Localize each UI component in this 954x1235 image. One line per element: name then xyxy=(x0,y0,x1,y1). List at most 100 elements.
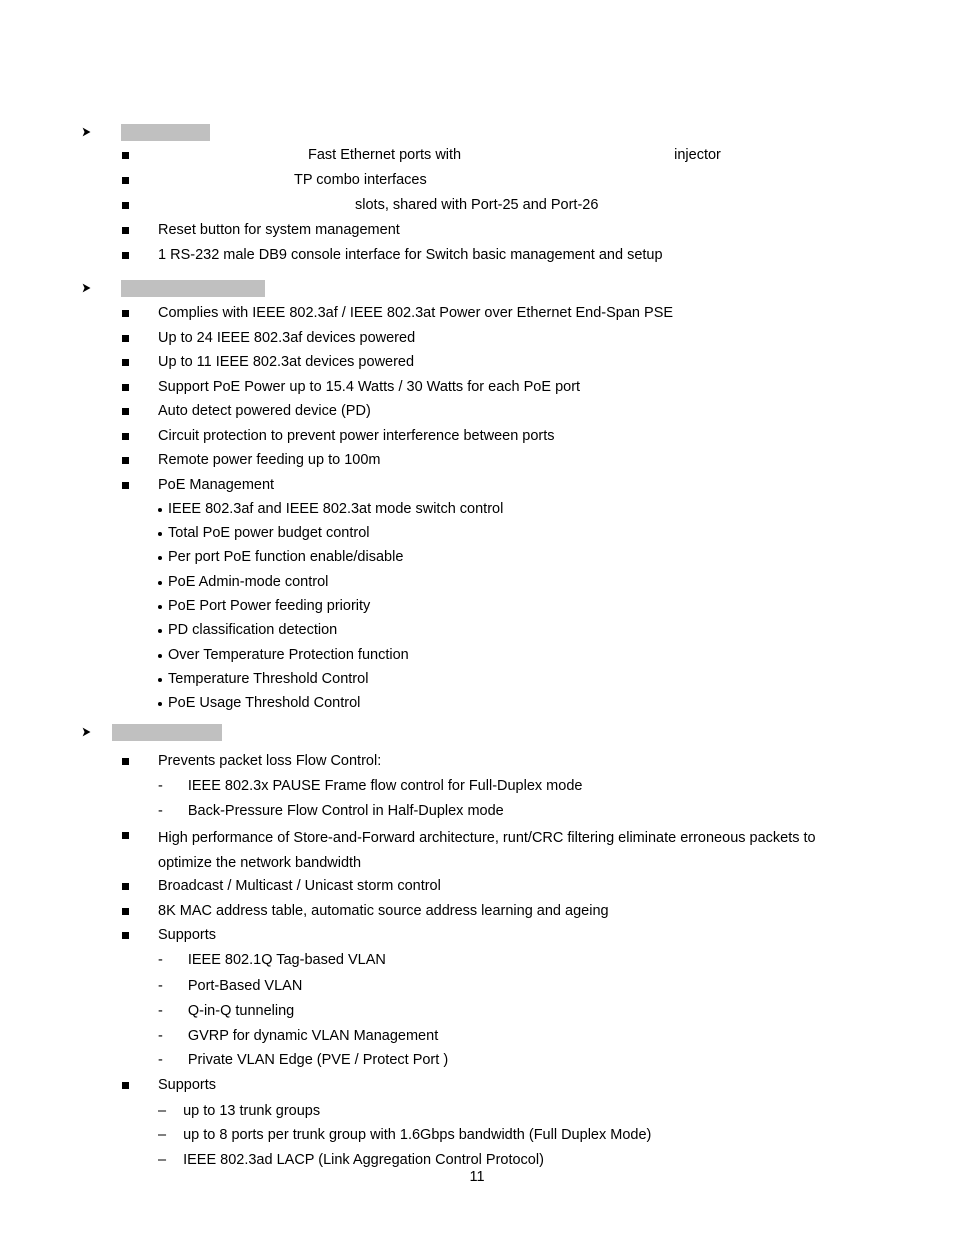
bullet-row: High performance of Store-and-Forward ar… xyxy=(122,826,844,875)
bullet-text: Total PoE power budget control xyxy=(168,524,370,543)
hyphen-bullet-icon: - xyxy=(158,803,163,819)
bullet-row: Per port PoE function enable/disable xyxy=(158,548,403,567)
section-heading-hardware xyxy=(80,121,210,143)
bullet-row: - Q-in-Q tunneling xyxy=(158,1002,294,1021)
section-heading-poe xyxy=(80,277,265,299)
endash-bullet-icon: – xyxy=(158,1127,167,1143)
bullet-row: PoE Usage Threshold Control xyxy=(158,694,360,713)
document-page: Fast Ethernet ports with injector TP combo… xyxy=(0,0,954,1235)
dot-bullet-icon xyxy=(158,702,162,706)
hyphen-bullet-icon: - xyxy=(158,1052,163,1068)
dot-bullet-icon xyxy=(158,678,162,682)
bullet-row: - Port-Based VLAN xyxy=(158,977,302,996)
text-segment: Fast Ethernet ports with xyxy=(308,147,462,163)
redacted-text-gap xyxy=(158,208,355,209)
text-segment: Supports xyxy=(158,1077,217,1093)
bullet-row: PoE Management xyxy=(122,476,274,495)
text-segment: Auto detect powered device (PD) xyxy=(158,403,371,419)
bullet-text: GVRP for dynamic VLAN Management xyxy=(188,1027,438,1046)
bullet-text: Private VLAN Edge (PVE / Protect Port ) xyxy=(188,1051,448,1070)
bullet-row: Temperature Threshold Control xyxy=(158,670,368,689)
square-bullet-icon xyxy=(122,433,129,440)
bullet-text: IEEE 802.1Q Tag-based VLAN xyxy=(188,951,386,970)
hyphen-bullet-icon: - xyxy=(158,1003,163,1019)
text-segment: IEEE 802.3x PAUSE Frame flow control for… xyxy=(187,778,583,794)
text-segment: PoE Usage Threshold Control xyxy=(168,695,361,711)
arrow-bullet-icon xyxy=(82,127,91,137)
bullet-row: Up to 24 IEEE 802.3af devices powered xyxy=(122,329,415,348)
bullet-row: - Private VLAN Edge (PVE / Protect Port ) xyxy=(158,1051,448,1070)
text-segment: Port-Based VLAN xyxy=(187,978,303,994)
square-bullet-icon xyxy=(122,202,129,209)
dot-bullet-icon xyxy=(158,556,162,560)
bullet-row: - IEEE 802.1Q Tag-based VLAN xyxy=(158,951,386,970)
bullet-row: Supports xyxy=(122,926,216,945)
bullet-row: - GVRP for dynamic VLAN Management xyxy=(158,1027,438,1046)
bullet-text: High performance of Store-and-Forward ar… xyxy=(158,826,844,875)
redacted-text-gap xyxy=(158,183,294,184)
text-segment: Q-in-Q tunneling xyxy=(187,1003,295,1019)
redacted-heading-block xyxy=(121,123,210,141)
text-segment: Private VLAN Edge (PVE / Protect Port ) xyxy=(187,1052,449,1068)
square-bullet-icon xyxy=(122,908,129,915)
square-bullet-icon xyxy=(122,152,129,159)
text-segment: Per port PoE function enable/disable xyxy=(168,549,404,565)
bullet-row: PoE Port Power feeding priority xyxy=(158,597,370,616)
bullet-text: PoE Admin-mode control xyxy=(168,573,328,592)
square-bullet-icon xyxy=(122,177,129,184)
bullet-row: slots, shared with Port-25 and Port-26 xyxy=(122,196,598,215)
dot-bullet-icon xyxy=(158,532,162,536)
text-segment: Supports xyxy=(158,927,217,943)
text-segment: PoE Port Power feeding priority xyxy=(168,598,371,614)
text-segment: PoE Admin-mode control xyxy=(168,574,329,590)
text-segment: IEEE 802.3af and IEEE 802.3at mode switc… xyxy=(168,501,504,517)
hyphen-bullet-icon: - xyxy=(158,1028,163,1044)
bullet-text: TP combo interfaces xyxy=(158,171,427,190)
bullet-row: 1 RS-232 male DB9 console interface for … xyxy=(122,246,663,265)
bullet-text: slots, shared with Port-25 and Port-26 xyxy=(158,196,598,215)
text-segment: Total PoE power budget control xyxy=(168,525,370,541)
text-segment: Back-Pressure Flow Control in Half-Duple… xyxy=(187,803,504,819)
square-bullet-icon xyxy=(122,1082,129,1089)
square-bullet-icon xyxy=(122,227,129,234)
hyphen-bullet-icon: - xyxy=(158,978,163,994)
bullet-text: Supports xyxy=(158,926,216,945)
bullet-text: PD classification detection xyxy=(168,621,337,640)
arrow-bullet-icon xyxy=(82,283,91,293)
text-segment: GVRP for dynamic VLAN Management xyxy=(187,1028,439,1044)
text-segment: Prevents packet loss Flow Control: xyxy=(158,753,382,769)
hyphen-bullet-icon: - xyxy=(158,778,163,794)
bullet-text: Complies with IEEE 802.3af / IEEE 802.3a… xyxy=(158,304,673,323)
text-segment: Broadcast / Multicast / Unicast storm co… xyxy=(158,878,441,894)
bullet-text: up to 13 trunk groups xyxy=(183,1102,320,1121)
bullet-row: - IEEE 802.3x PAUSE Frame flow control fo… xyxy=(158,777,582,796)
bullet-text: Q-in-Q tunneling xyxy=(188,1002,294,1021)
text-segment: IEEE 802.1Q Tag-based VLAN xyxy=(187,952,386,968)
text-segment: Remote power feeding up to 100m xyxy=(158,452,381,468)
bullet-row: Remote power feeding up to 100m xyxy=(122,451,380,470)
dot-bullet-icon xyxy=(158,605,162,609)
bullet-text: 1 RS-232 male DB9 console interface for … xyxy=(158,246,663,265)
bullet-text: IEEE 802.3af and IEEE 802.3at mode switc… xyxy=(168,500,503,519)
square-bullet-icon xyxy=(122,883,129,890)
text-segment: Up to 24 IEEE 802.3af devices powered xyxy=(158,330,416,346)
square-bullet-icon xyxy=(122,359,129,366)
redacted-heading-block xyxy=(112,723,222,741)
bullet-text: Prevents packet loss Flow Control: xyxy=(158,752,381,771)
bullet-row: Circuit protection to prevent power inte… xyxy=(122,427,555,446)
bullet-text: PoE Port Power feeding priority xyxy=(168,597,370,616)
text-segment: Over Temperature Protection function xyxy=(168,647,409,663)
bullet-text: Circuit protection to prevent power inte… xyxy=(158,427,555,446)
bullet-text: Broadcast / Multicast / Unicast storm co… xyxy=(158,877,441,896)
bullet-text: Reset button for system management xyxy=(158,221,400,240)
bullet-row: PoE Admin-mode control xyxy=(158,573,328,592)
square-bullet-icon xyxy=(122,335,129,342)
square-bullet-icon xyxy=(122,310,129,317)
dot-bullet-icon xyxy=(158,629,162,633)
square-bullet-icon xyxy=(122,758,129,765)
square-bullet-icon xyxy=(122,252,129,259)
bullet-text: Up to 24 IEEE 802.3af devices powered xyxy=(158,329,415,348)
redacted-heading-block xyxy=(121,279,265,297)
dot-bullet-icon xyxy=(158,654,162,658)
square-bullet-icon xyxy=(122,457,129,464)
